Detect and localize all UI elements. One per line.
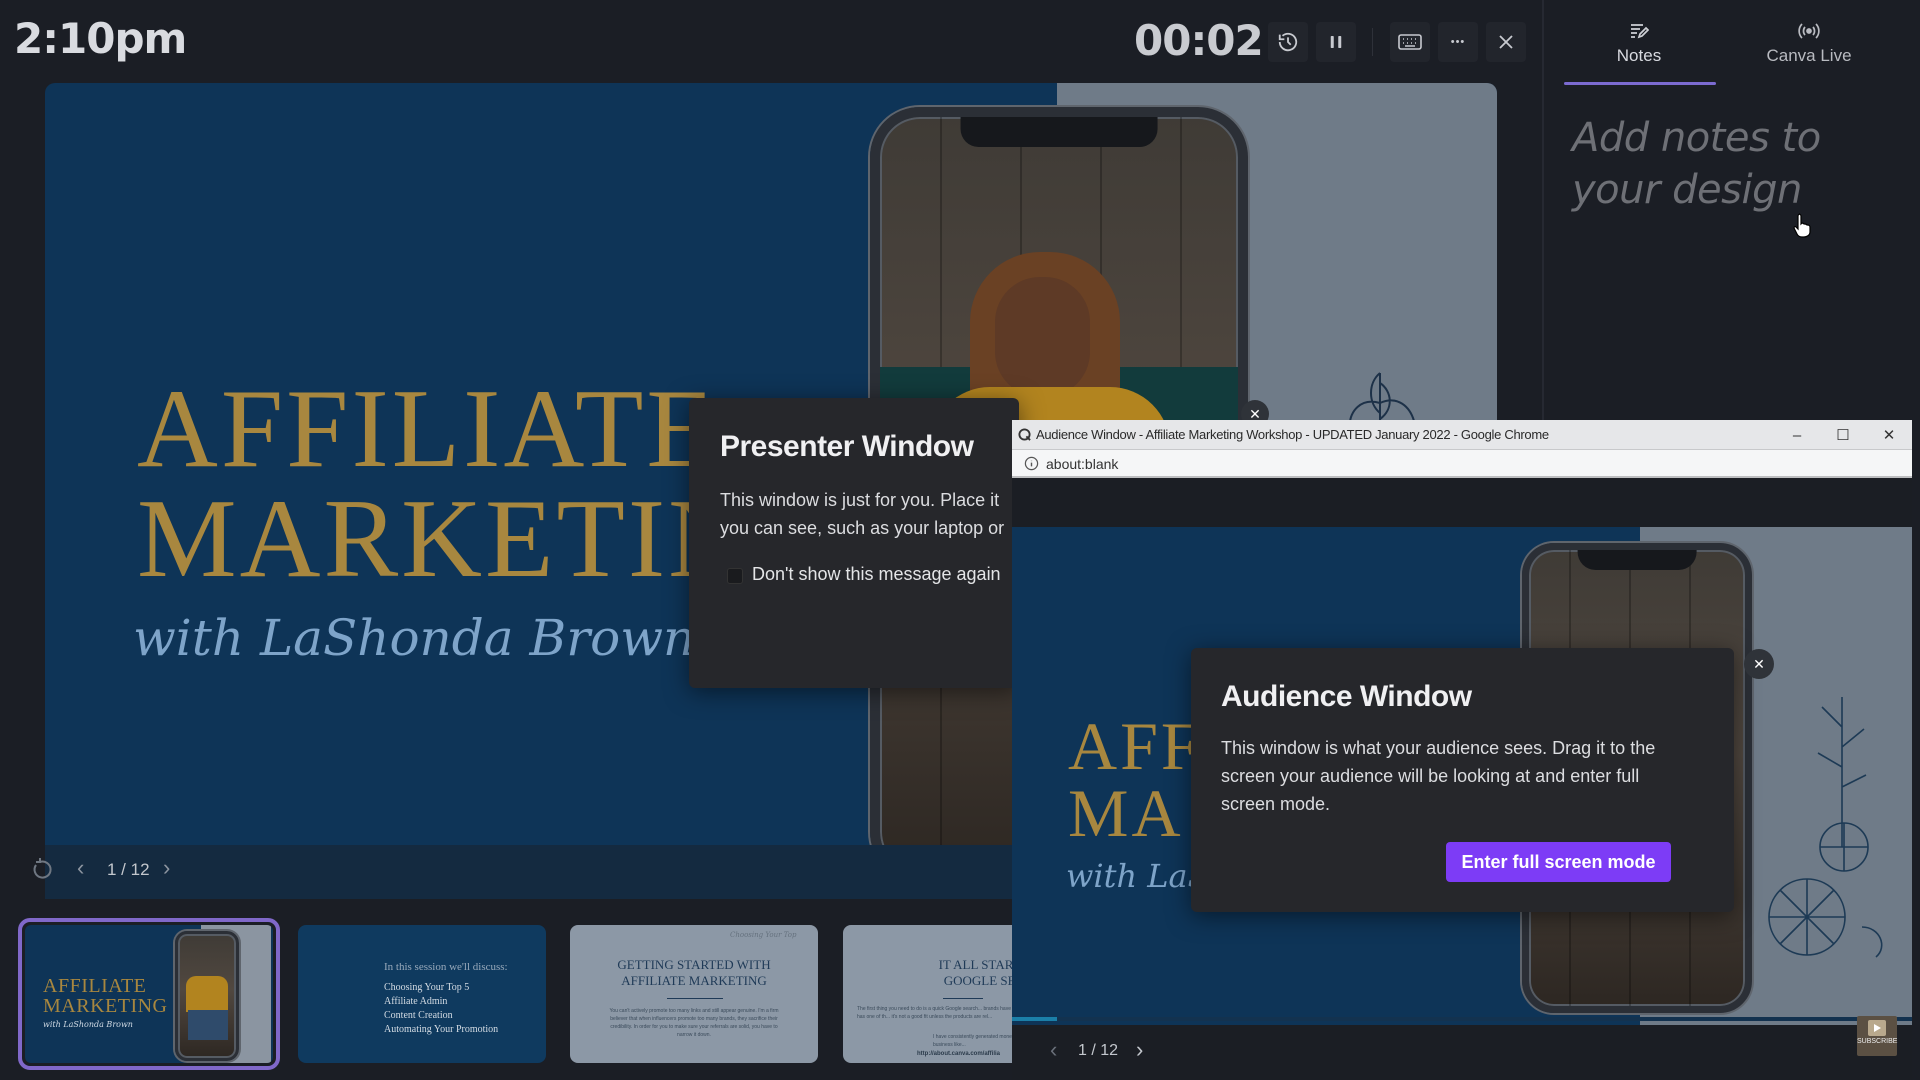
more-icon: ••• xyxy=(1450,36,1466,48)
hand-cursor-icon xyxy=(1792,212,1814,243)
thumb-3-title-2: AFFILIATE MARKETING xyxy=(621,973,767,988)
history-icon xyxy=(1278,32,1298,52)
thumb-4-link: http://about.canva.com/affilia xyxy=(917,1051,1001,1057)
close-presenter-button[interactable] xyxy=(1486,22,1526,62)
thumbnail-slide-1[interactable]: AFFILIATE MARKETING with LaShonda Brown xyxy=(18,918,280,1070)
notes-input[interactable]: Add notes to your design xyxy=(1572,112,1892,216)
audience-title-line2: MA xyxy=(1068,774,1184,851)
thumb-4-title-2: GOOGLE SEARC xyxy=(943,973,1013,988)
progress-fill xyxy=(1012,1017,1057,1021)
thumbnail-slide-4[interactable]: IT ALL STARTS WI GOOGLE SEARC The first … xyxy=(843,925,1013,1063)
thumb-3-title-1: GETTING STARTED WITH xyxy=(617,957,771,972)
tab-canva-live-label: Canva Live xyxy=(1766,46,1852,65)
thumb-1-phone xyxy=(175,931,239,1061)
pause-icon xyxy=(1330,36,1342,48)
audience-slide-title: AFF MA xyxy=(1068,708,1202,851)
subscribe-label: SUBSCRIBE xyxy=(1857,1038,1898,1045)
chrome-titlebar[interactable]: Audience Window - Affiliate Marketing Wo… xyxy=(1012,420,1912,450)
maximize-icon: ☐ xyxy=(1836,427,1850,444)
broadcast-icon xyxy=(1734,22,1884,44)
thumb-3-script: Choosing Your Top xyxy=(730,931,797,939)
thumb-4-divider xyxy=(943,998,983,999)
thumb-2-heading: In this session we'll discuss: xyxy=(384,961,508,973)
audience-progress-bar xyxy=(1012,1017,1912,1021)
next-slide-button[interactable]: › xyxy=(163,855,170,881)
subscribe-button[interactable]: SUBSCRIBE xyxy=(1857,1016,1897,1056)
presenter-window-dialog: Presenter Window This window is just for… xyxy=(689,398,1019,688)
thumb-1-subtitle: with LaShonda Brown xyxy=(43,1020,133,1029)
audience-next-button[interactable]: › xyxy=(1136,1037,1143,1063)
minimize-icon: – xyxy=(1792,426,1802,444)
thumb-2-item: Content Creation xyxy=(384,1010,453,1021)
thumb-2-item: Choosing Your Top 5 xyxy=(384,982,470,993)
audience-title-line1: AFF xyxy=(1068,708,1202,784)
notes-pencil-icon xyxy=(1564,22,1714,44)
canva-app-icon xyxy=(1018,428,1031,446)
thumb-4-body2: I have consistently generated money from… xyxy=(933,1034,1013,1048)
thumbnail-1-content: AFFILIATE MARKETING with LaShonda Brown xyxy=(25,925,273,1063)
audience-page-indicator: 1 / 12 xyxy=(1078,1042,1119,1059)
active-tab-indicator xyxy=(1564,82,1716,85)
thumb-4-title-1: IT ALL STARTS WI xyxy=(938,957,1013,972)
floral-illustration xyxy=(1768,697,1883,958)
toolbar-divider xyxy=(1372,28,1373,56)
presentation-timer: 00:02 xyxy=(1134,16,1264,65)
play-icon xyxy=(1868,1020,1886,1036)
dont-show-again-checkbox[interactable] xyxy=(727,568,743,584)
address-bar[interactable]: about:blank xyxy=(1012,450,1912,478)
thumbnail-slide-3[interactable]: Choosing Your Top GETTING STARTED WITH A… xyxy=(570,925,818,1063)
more-options-button[interactable]: ••• xyxy=(1438,22,1478,62)
thumb-2-item: Automating Your Promotion xyxy=(384,1024,499,1035)
thumb-3-divider xyxy=(667,998,723,999)
audience-dialog-body: This window is what your audience sees. … xyxy=(1221,738,1656,814)
audience-dialog-title: Audience Window xyxy=(1221,680,1472,713)
close-icon: ✕ xyxy=(1882,427,1896,444)
window-title: Audience Window - Affiliate Marketing Wo… xyxy=(1036,427,1549,442)
thumb-4-title: IT ALL STARTS WI GOOGLE SEARC xyxy=(883,957,1013,989)
enter-full-screen-button[interactable]: Enter full screen mode xyxy=(1446,842,1671,882)
thumb-2-item: Affiliate Admin xyxy=(384,996,448,1007)
info-icon[interactable] xyxy=(1024,456,1039,476)
tab-notes[interactable]: Notes xyxy=(1564,22,1714,66)
thumb-1-title-1: AFFILIATE xyxy=(43,975,147,997)
minimize-button[interactable]: – xyxy=(1774,420,1820,450)
thumbnail-slide-2[interactable]: In this session we'll discuss: Choosing … xyxy=(298,925,546,1063)
url-text: about:blank xyxy=(1046,456,1119,472)
page-indicator: 1 / 12 xyxy=(107,860,150,879)
thumb-3-body: You can't actively promote too many link… xyxy=(609,1008,779,1038)
tab-notes-label: Notes xyxy=(1616,46,1662,65)
pause-button[interactable] xyxy=(1316,22,1356,62)
keyboard-icon xyxy=(1398,34,1422,50)
audience-window-dialog: Audience Window This window is what your… xyxy=(1191,648,1734,912)
audience-controls-bar: ‹ 1 / 12 › xyxy=(1012,1027,1912,1080)
replay-icon xyxy=(33,858,52,879)
slide-subtitle: with LaShonda Brown xyxy=(133,609,696,667)
audience-dialog-close-button[interactable]: ✕ xyxy=(1744,649,1774,679)
tab-canva-live[interactable]: Canva Live xyxy=(1734,22,1884,66)
thumb-2-list: Choosing Your Top 5 Affiliate Admin Cont… xyxy=(384,981,498,1037)
keyboard-shortcuts-button[interactable] xyxy=(1390,22,1430,62)
clock: 2:10pm xyxy=(14,14,187,63)
maximize-button[interactable]: ☐ xyxy=(1820,420,1866,450)
window-close-button[interactable]: ✕ xyxy=(1866,420,1912,450)
thumb-4-body: The first thing you need to do is a quic… xyxy=(857,1006,1013,1020)
replay-button[interactable] xyxy=(31,857,55,887)
thumb-1-title-2: MARKETING xyxy=(43,994,168,1017)
close-icon xyxy=(1499,35,1513,49)
audience-prev-button[interactable]: ‹ xyxy=(1050,1037,1057,1063)
dont-show-again-label[interactable]: Don't show this message again xyxy=(752,564,1001,585)
prev-slide-button[interactable]: ‹ xyxy=(77,855,84,881)
reset-timer-button[interactable] xyxy=(1268,22,1308,62)
close-icon: ✕ xyxy=(1753,655,1765,672)
thumb-3-title: GETTING STARTED WITH AFFILIATE MARKETING xyxy=(570,957,818,989)
presenter-dialog-title: Presenter Window xyxy=(720,430,974,463)
